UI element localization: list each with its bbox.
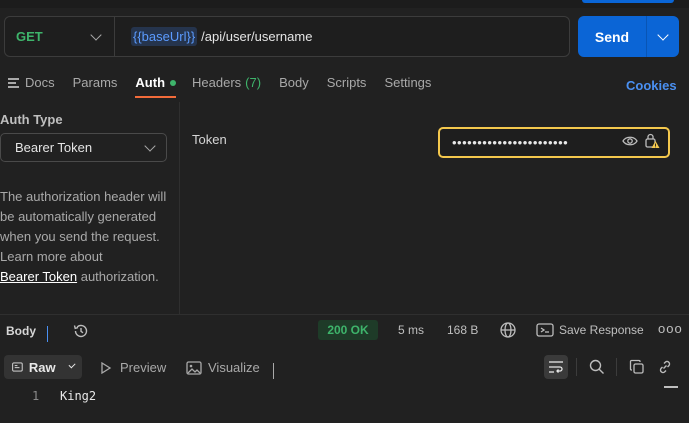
- cookies-link[interactable]: Cookies: [626, 78, 677, 93]
- tab-auth[interactable]: Auth: [135, 70, 177, 98]
- bearer-token-link[interactable]: Bearer Token: [0, 269, 77, 284]
- status-badge[interactable]: 200 OK: [318, 320, 378, 340]
- token-input[interactable]: •••••••••••••••••••••••: [438, 127, 670, 158]
- preview-view-button[interactable]: Preview: [100, 360, 166, 375]
- auth-description: The authorization header will be automat…: [0, 187, 176, 287]
- more-options-button[interactable]: ooo: [658, 321, 683, 336]
- save-response-button[interactable]: Save Response: [559, 323, 644, 337]
- toolbar-divider: [576, 358, 577, 376]
- top-strip: [0, 0, 689, 8]
- auth-type-select[interactable]: Bearer Token: [0, 133, 167, 162]
- method-select[interactable]: GET: [5, 17, 115, 56]
- tab-auth-label: Auth: [135, 75, 166, 90]
- tab-params-label: Params: [72, 75, 118, 90]
- tab-headers[interactable]: Headers (7): [192, 70, 261, 98]
- top-strip-accent: [582, 0, 674, 3]
- chevron-down-icon: [90, 28, 102, 41]
- auth-panel-divider: [179, 102, 180, 314]
- auth-type-value: Bearer Token: [15, 140, 93, 155]
- wrap-icon: [549, 361, 563, 373]
- raw-label: Raw: [28, 359, 56, 375]
- response-body-toggle[interactable]: [47, 326, 48, 342]
- send-options-button[interactable]: [647, 28, 679, 41]
- auth-type-heading: Auth Type: [0, 112, 63, 127]
- tab-body-label: Body: [279, 75, 309, 90]
- url-path: /api/user/username: [201, 29, 313, 44]
- chevron-down-icon: [273, 363, 274, 379]
- search-icon[interactable]: [589, 359, 605, 378]
- visualize-options-button[interactable]: [273, 363, 274, 379]
- request-url-bar: GET {{baseUrl}} /api/user/username: [4, 16, 570, 57]
- status-dot-icon: [170, 80, 177, 86]
- lock-warning-icon: [644, 133, 660, 152]
- send-button[interactable]: Send: [578, 29, 646, 45]
- tab-scripts[interactable]: Scripts: [327, 70, 367, 98]
- scrollbar-marker[interactable]: [664, 386, 678, 388]
- history-icon[interactable]: [72, 322, 90, 343]
- raw-icon: [12, 362, 23, 372]
- method-label: GET: [16, 29, 43, 44]
- chevron-down-icon: [68, 361, 76, 369]
- line-number: 1: [32, 389, 40, 403]
- tab-scripts-label: Scripts: [326, 75, 367, 90]
- auth-description-text: The authorization header will be automat…: [0, 189, 167, 264]
- raw-view-button[interactable]: Raw: [4, 355, 82, 379]
- response-body-label[interactable]: Body: [6, 324, 36, 338]
- save-response-icon: [536, 322, 554, 341]
- tab-headers-count: (7): [245, 75, 262, 90]
- tab-docs-label: Docs: [25, 75, 55, 90]
- chevron-down-icon: [657, 28, 669, 41]
- response-divider: [0, 314, 689, 315]
- link-icon[interactable]: [657, 359, 673, 378]
- url-variable[interactable]: {{baseUrl}}: [131, 27, 198, 46]
- request-tabs: Docs Params Auth Headers (7) Body Script…: [0, 70, 449, 98]
- token-masked-value: •••••••••••••••••••••••: [452, 135, 569, 150]
- image-icon: [186, 360, 202, 375]
- tab-docs[interactable]: Docs: [8, 70, 55, 98]
- toolbar-divider: [616, 358, 617, 376]
- copy-icon[interactable]: [629, 359, 645, 378]
- visualize-view-button[interactable]: Visualize: [186, 360, 260, 375]
- tab-settings-label: Settings: [384, 75, 432, 90]
- tab-params[interactable]: Params: [73, 70, 118, 98]
- tab-headers-label: Headers: [192, 75, 242, 90]
- send-button-group: Send: [578, 16, 679, 57]
- chevron-down-icon: [144, 139, 156, 152]
- response-size[interactable]: 168 B: [447, 323, 478, 337]
- preview-label: Preview: [120, 360, 167, 375]
- globe-icon[interactable]: [499, 321, 517, 342]
- chevron-down-icon: [47, 326, 48, 342]
- auth-description-suffix: authorization.: [80, 269, 159, 284]
- url-input[interactable]: {{baseUrl}} /api/user/username: [115, 27, 312, 46]
- response-line[interactable]: King2: [60, 389, 96, 403]
- tab-settings[interactable]: Settings: [384, 70, 431, 98]
- response-time[interactable]: 5 ms: [398, 323, 424, 337]
- play-icon: [101, 361, 112, 374]
- wrap-lines-button[interactable]: [544, 355, 568, 379]
- docs-icon: [8, 78, 19, 90]
- tab-body[interactable]: Body: [279, 70, 309, 98]
- visualize-label: Visualize: [208, 360, 260, 375]
- eye-icon[interactable]: [622, 135, 638, 150]
- token-label: Token: [192, 132, 227, 147]
